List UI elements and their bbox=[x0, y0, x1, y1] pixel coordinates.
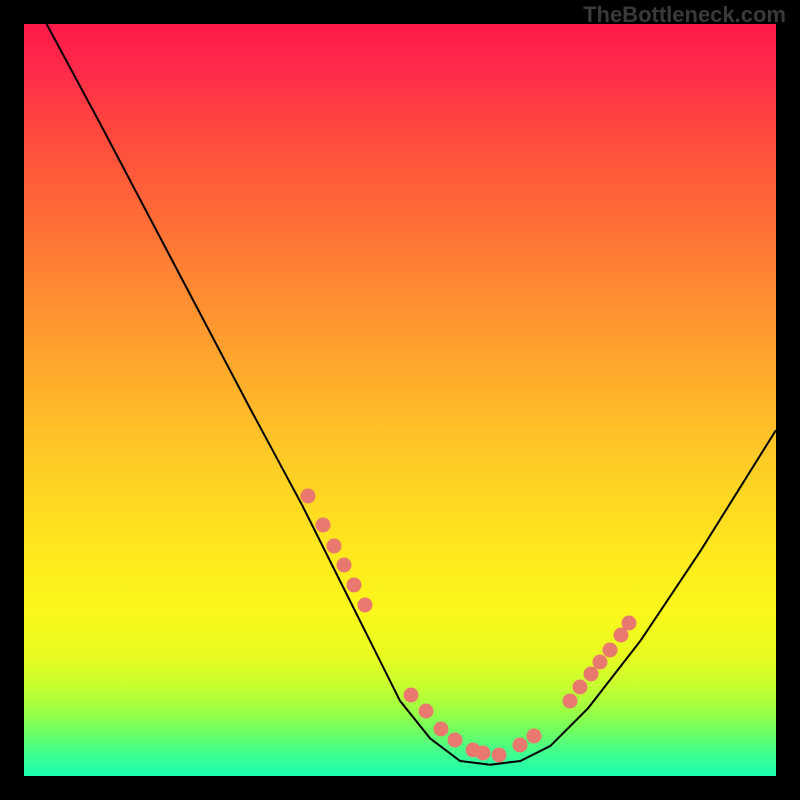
marker-dot bbox=[562, 693, 577, 708]
marker-dot bbox=[347, 577, 362, 592]
marker-dot bbox=[602, 642, 617, 657]
marker-dot bbox=[336, 558, 351, 573]
marker-dot bbox=[573, 680, 588, 695]
marker-dot bbox=[301, 488, 316, 503]
marker-dot bbox=[593, 654, 608, 669]
marker-dot bbox=[622, 615, 637, 630]
marker-dot bbox=[316, 517, 331, 532]
marker-dot bbox=[526, 729, 541, 744]
marker-dot bbox=[492, 747, 507, 762]
marker-dot bbox=[419, 704, 434, 719]
marker-dot bbox=[614, 628, 629, 643]
marker-dot bbox=[513, 738, 528, 753]
marker-dot bbox=[357, 598, 372, 613]
marker-dot bbox=[434, 721, 449, 736]
marker-dots-layer bbox=[24, 24, 776, 776]
marker-dot bbox=[326, 538, 341, 553]
marker-dot bbox=[447, 732, 462, 747]
marker-dot bbox=[476, 746, 491, 761]
marker-dot bbox=[404, 687, 419, 702]
plot-area bbox=[24, 24, 776, 776]
watermark-text: TheBottleneck.com bbox=[583, 2, 786, 28]
